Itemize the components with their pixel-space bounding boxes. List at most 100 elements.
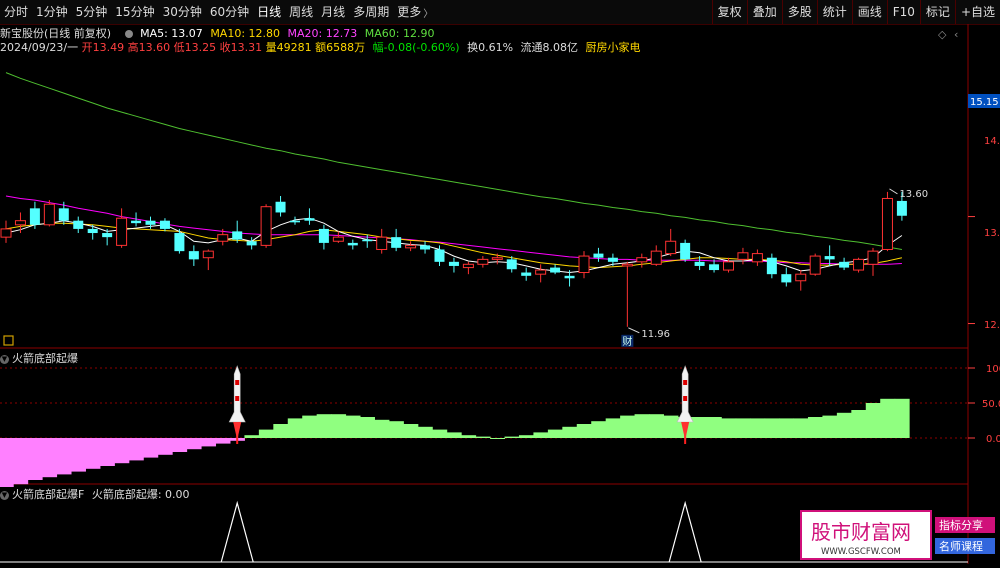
osc-bar <box>143 438 159 458</box>
candle-body <box>318 228 329 243</box>
osc-bar <box>403 424 419 438</box>
candle-body <box>766 257 777 275</box>
rocket-flame <box>233 422 242 440</box>
candle-body <box>202 250 214 259</box>
candle-body <box>462 263 474 269</box>
kline-chart[interactable]: 14.7 13.3 12.0 15.15 100 50.0 0.00 ◇ ‹ 1… <box>0 0 1000 564</box>
osc-bar <box>793 418 809 438</box>
osc-bar <box>56 438 72 475</box>
osc-bar <box>735 418 751 438</box>
osc-bar <box>345 415 361 438</box>
signal-spike <box>220 500 254 563</box>
chevron-down-icon[interactable]: ▼ <box>0 354 9 364</box>
candle-body <box>607 257 618 262</box>
chevron-down-icon[interactable]: ▼ <box>0 490 9 500</box>
osc-bar <box>764 418 780 438</box>
osc-bar <box>157 438 173 455</box>
osc-bar <box>287 418 303 438</box>
candles <box>0 188 907 334</box>
candle-body <box>550 267 561 273</box>
rocket-window <box>683 396 688 401</box>
candle-body <box>159 220 170 229</box>
candle-body <box>29 208 40 225</box>
osc-bar <box>490 438 506 439</box>
watermark-title: 股市财富网 <box>811 520 911 544</box>
osc-bar <box>649 414 664 438</box>
osc-bar <box>504 436 520 438</box>
candle-body <box>87 228 98 234</box>
osc-bar <box>273 424 289 438</box>
price-tick-label: 12.0 <box>984 320 1000 331</box>
current-price-label: 15.15 <box>970 97 999 108</box>
osc-bar <box>894 398 910 438</box>
osc-bar <box>374 419 390 438</box>
candle-body <box>477 258 489 265</box>
osc-bar <box>461 435 477 438</box>
candle-body <box>491 257 503 260</box>
osc-bar <box>605 418 621 438</box>
candle-body <box>217 234 229 242</box>
osc-bar <box>446 432 462 438</box>
candle-body <box>723 261 734 271</box>
osc-bar <box>0 438 14 487</box>
candle-body <box>0 228 12 238</box>
osc-bar <box>706 417 722 438</box>
osc-bar <box>880 398 896 438</box>
candle-body <box>521 272 532 276</box>
osc-bar <box>822 415 838 438</box>
candle-body <box>376 236 388 250</box>
candle-body <box>347 242 358 246</box>
watermark: 股市财富网 WWW.GSCFW.COM 指标分享 名师课程 <box>797 507 1000 564</box>
price-tick-label: 13.3 <box>984 228 1000 239</box>
diamond-icon[interactable]: ◇ <box>938 28 947 41</box>
osc-bar <box>836 412 852 438</box>
osc-bar <box>186 438 202 450</box>
rocket-histogram <box>0 398 910 487</box>
price-tick-label: 14.7 <box>984 136 1000 147</box>
candle-body <box>650 250 662 265</box>
osc-bar <box>201 438 217 447</box>
osc-bar <box>721 418 737 438</box>
osc-bar <box>302 415 318 438</box>
candle-body <box>332 236 344 242</box>
osc-bar <box>576 424 592 438</box>
rocket-body <box>676 365 694 423</box>
candle-body <box>232 231 243 240</box>
candle-body <box>621 263 633 267</box>
panel2-title: 火箭底部起爆 <box>12 352 78 365</box>
osc-bar <box>591 421 607 438</box>
high-price-label: 13.60 <box>899 189 928 200</box>
signal-spike <box>668 500 702 563</box>
ma-lines <box>5 72 903 274</box>
osc-bar <box>388 421 404 438</box>
candle-body <box>824 256 835 260</box>
osc-bar <box>562 426 578 438</box>
osc-bar <box>779 418 795 438</box>
candle-body <box>116 217 128 246</box>
osc-bar <box>114 438 130 464</box>
candle-body <box>665 240 677 255</box>
main-grid <box>0 100 975 439</box>
candle-body <box>839 261 850 268</box>
candle-body <box>304 218 315 221</box>
candle-body <box>362 239 373 242</box>
candle-body <box>636 257 648 263</box>
ma20-line <box>5 195 902 265</box>
osc-bar <box>85 438 101 469</box>
chevron-left-icon[interactable]: ‹ <box>954 28 958 41</box>
osc-bar <box>360 417 375 438</box>
candle-body <box>578 255 590 274</box>
low-price-label: 11.96 <box>641 329 670 340</box>
osc-tick-label: 100 <box>986 364 1000 375</box>
panel3-title: 火箭底部起爆F <box>12 488 85 501</box>
osc-bar <box>316 414 332 438</box>
panel3-formula: 火箭底部起爆: 0.00 <box>91 488 190 501</box>
finance-badge[interactable]: 财 <box>622 335 632 348</box>
osc-bar <box>807 417 823 438</box>
osc-bar <box>13 438 29 485</box>
osc-bar <box>99 438 115 466</box>
candle-body <box>795 273 807 282</box>
osc-bar <box>475 436 491 438</box>
candle-body <box>391 237 402 248</box>
box-icon[interactable] <box>3 335 14 346</box>
